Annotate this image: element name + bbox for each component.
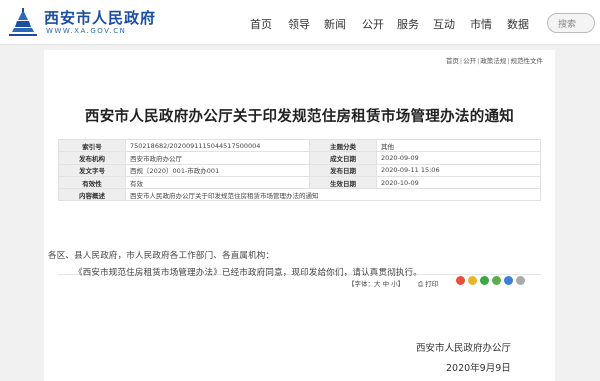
nav-services[interactable]: 服务 [397,16,419,32]
index-value: 750218682/2020091115044517500004 [125,138,310,153]
nav-leaders[interactable]: 领导 [288,16,310,32]
site-header: 西安市人民政府 WWW.XA.GOV.CN 首页 领导 新闻 公开 服务 互动 … [0,0,600,45]
salutation-paragraph: 各区、县人民政府，市人民政府各工作部门、各直属机构： [48,251,275,261]
summary-value: 西安市人民政府办公厅关于印发规范住房租赁市场管理办法的通知 [125,188,541,202]
nav-data[interactable]: 数据 [507,16,529,32]
published-date-value: 2020-09-11 15:06 [376,163,541,177]
breadcrumb-normative-docs[interactable]: 规范性文件 [511,57,544,65]
print-icon: ⎙ [418,280,424,288]
article-panel: 首页|公开|政策法规|规范性文件 西安市人民政府办公厅关于印发规范住房租赁市场管… [44,50,555,381]
share-wechat-icon[interactable] [480,276,489,285]
validity-label: 有效性 [58,175,126,190]
breadcrumb: 首页|公开|政策法规|规范性文件 [445,57,544,65]
validity-value: 有效 [125,175,310,190]
nav-home[interactable]: 首页 [250,16,272,32]
created-date-value: 2020-09-09 [376,151,541,165]
site-name: 西安市人民政府 [44,9,157,27]
document-info-table: 索引号 750218682/2020091115044517500004 主题分… [58,138,541,202]
sign-date: 2020年9月9日 [446,363,511,374]
breadcrumb-home[interactable]: 首页 [446,57,459,65]
breadcrumb-public[interactable]: 公开 [463,57,476,65]
topic-value: 其他 [376,138,541,153]
search-placeholder: 搜索 [558,20,577,30]
font-size-switch[interactable]: 【字体：大 中 小】 [348,278,404,288]
print-button[interactable]: ⎙ 打印 [418,278,438,289]
article-title: 西安市人民政府办公厅关于印发规范住房租赁市场管理办法的通知 [84,109,515,125]
topic-label: 主题分类 [309,138,377,153]
nav-public[interactable]: 公开 [362,16,384,32]
nav-interaction[interactable]: 互动 [433,16,455,32]
print-label: 打印 [425,280,439,288]
nav-news[interactable]: 新闻 [324,16,346,32]
effective-date-value: 2020-10-09 [376,175,541,190]
nav-city-info[interactable]: 市情 [470,16,492,32]
issuer-label: 发布机构 [58,151,126,165]
created-date-label: 成文日期 [309,151,377,165]
index-label: 索引号 [58,138,126,153]
search-box[interactable]: 搜索 [547,13,595,33]
signer: 西安市人民政府办公厅 [416,343,512,354]
published-date-label: 发布日期 [309,163,377,177]
doc-number-label: 发文字号 [58,163,126,177]
share-qq-icon[interactable] [504,276,513,285]
share-weibo-icon[interactable] [456,276,465,285]
summary-label: 内容概述 [58,188,126,202]
breadcrumb-policy[interactable]: 政策法规 [480,57,506,65]
doc-number-value: 西规〔2020〕001-市政办001 [125,163,310,177]
site-url: WWW.XA.GOV.CN [46,27,127,35]
effective-date-label: 生效日期 [309,175,377,190]
site-logo-icon[interactable] [6,6,40,40]
share-more-icon[interactable] [516,276,525,285]
issuer-value: 西安市政府办公厅 [125,151,310,165]
share-qzone-icon[interactable] [468,276,477,285]
share-moments-icon[interactable] [492,276,501,285]
body-paragraph: 《西安市规范住房租赁市场管理办法》已经市政府同意，现印发给你们，请认真贯彻执行。 [74,268,423,278]
